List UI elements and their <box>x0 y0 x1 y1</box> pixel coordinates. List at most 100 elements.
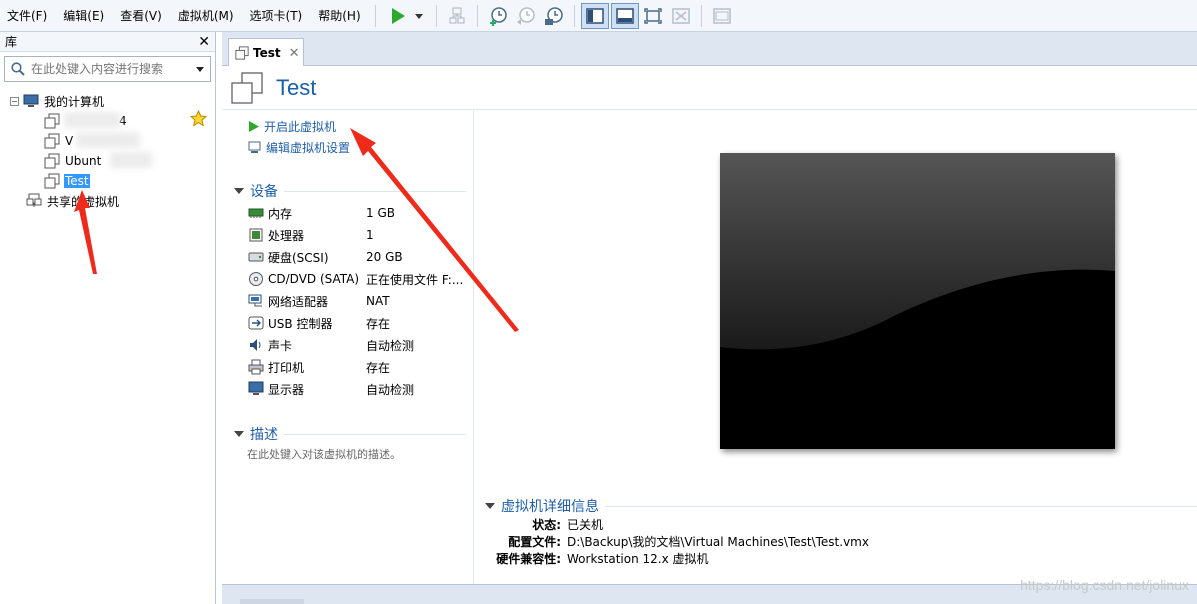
library-view-icon <box>585 7 604 24</box>
device-value: 存在 <box>366 316 391 331</box>
device-name: 处理器 <box>268 228 305 243</box>
menu-file[interactable]: 文件(F) <box>0 0 55 32</box>
sound-icon <box>250 339 261 351</box>
collapse-icon[interactable]: − <box>10 96 19 106</box>
toolbar-separator <box>573 4 575 27</box>
tab-bar: Test ✕ <box>222 32 1197 67</box>
play-icon <box>249 121 259 132</box>
devices-heading: 设备 <box>250 184 278 200</box>
vm-icon <box>44 133 60 149</box>
menu-edit[interactable]: 编辑(E) <box>55 0 112 32</box>
tree-item-test[interactable]: Test <box>44 171 90 191</box>
revert-snapshot-button[interactable] <box>512 3 540 29</box>
chevron-down-icon[interactable] <box>412 11 426 21</box>
toolbar-separator <box>374 4 376 27</box>
blur-redaction <box>110 152 152 168</box>
toolbar-separator <box>476 4 478 27</box>
device-row-sound[interactable]: 声卡 自动检测 <box>248 334 470 356</box>
close-icon[interactable]: ✕ <box>289 46 300 61</box>
star-icon[interactable] <box>190 110 207 127</box>
device-name: 显示器 <box>268 382 305 397</box>
detail-row-compat: 硬件兼容性: Workstation 12.x 虚拟机 <box>485 550 709 567</box>
close-icon[interactable]: ✕ <box>198 34 210 50</box>
edit-vm-settings-link[interactable]: 编辑虚拟机设置 <box>248 139 350 156</box>
menu-vm[interactable]: 虚拟机(M) <box>170 0 242 32</box>
divider <box>284 190 466 192</box>
tree-item-shared-vms[interactable]: 共享的虚拟机 <box>26 191 120 211</box>
device-row-memory[interactable]: 内存 1 GB <box>248 202 470 224</box>
device-value: NAT <box>366 294 390 308</box>
description-section-header[interactable]: 描述 <box>234 424 466 444</box>
show-library-button[interactable] <box>580 2 609 29</box>
fullscreen-icon <box>643 7 662 24</box>
thumbnail-bar-button[interactable] <box>610 2 639 29</box>
tree-item-vm[interactable]: Ubunt <box>44 151 102 171</box>
library-header: 库 ✕ <box>0 32 215 52</box>
collapse-triangle-icon <box>485 503 495 509</box>
menu-help[interactable]: 帮助(H) <box>310 0 368 32</box>
page-title: Test <box>276 74 317 100</box>
tree-label: Test <box>64 174 90 188</box>
snapshot-manager-icon <box>544 6 563 25</box>
vm-summary-panel: 开启此虚拟机 编辑虚拟机设置 设备 内存 1 GB 处理器 1 硬盘(SCSI)… <box>222 110 474 584</box>
devices-section-header[interactable]: 设备 <box>234 181 466 201</box>
thumbnail-view-icon <box>615 7 634 24</box>
device-row-printer[interactable]: 打印机 存在 <box>248 356 470 378</box>
detail-key: 硬件兼容性: <box>496 552 561 566</box>
menu-tabs[interactable]: 选项卡(T) <box>242 0 311 32</box>
tab-label: Test <box>253 46 281 60</box>
device-value: 1 GB <box>366 206 395 220</box>
take-snapshot-button[interactable] <box>484 3 512 29</box>
details-heading: 虚拟机详细信息 <box>501 499 599 515</box>
detail-key: 状态: <box>532 518 561 532</box>
full-screen-button[interactable] <box>639 3 667 29</box>
tree-item-vm[interactable]: V <box>44 131 74 151</box>
usb-icon <box>248 316 264 330</box>
search-icon <box>11 62 25 76</box>
vm-screen-preview[interactable] <box>720 153 1115 449</box>
library-search <box>4 56 211 82</box>
device-name: 声卡 <box>268 338 293 353</box>
detail-value: Workstation 12.x 虚拟机 <box>567 552 709 566</box>
collapse-triangle-icon <box>234 431 244 437</box>
tab-test[interactable]: Test ✕ <box>228 38 304 67</box>
device-value: 1 <box>366 228 374 242</box>
device-row-harddisk[interactable]: 硬盘(SCSI) 20 GB <box>248 246 470 268</box>
chevron-down-icon[interactable] <box>196 66 204 72</box>
description-heading: 描述 <box>250 427 278 443</box>
device-row-display[interactable]: 显示器 自动检测 <box>248 378 470 400</box>
device-name: USB 控制器 <box>268 316 333 331</box>
display-icon <box>248 381 264 395</box>
device-name: CD/DVD (SATA) <box>268 272 360 286</box>
vm-icon <box>44 113 60 129</box>
play-icon <box>391 7 405 24</box>
library-panel: 库 ✕ − 我的计算机 4 V Ubunt Test <box>0 32 216 604</box>
unity-button[interactable] <box>667 3 695 29</box>
network-disabled-icon <box>449 7 465 23</box>
edit-settings-label: 编辑虚拟机设置 <box>266 141 351 155</box>
network-icon <box>248 294 262 307</box>
collapse-triangle-icon <box>234 188 244 194</box>
vm-details-section-header[interactable]: 虚拟机详细信息 <box>485 496 1197 516</box>
device-row-network[interactable]: 网络适配器 NAT <box>248 290 470 312</box>
console-view-button[interactable] <box>708 3 736 29</box>
power-on-vm-link[interactable]: 开启此虚拟机 <box>248 118 336 135</box>
snapshot-clock-icon <box>489 6 507 26</box>
send-ctrl-alt-del-button[interactable] <box>443 3 471 29</box>
detail-row-state: 状态: 已关机 <box>485 516 603 533</box>
search-input[interactable] <box>31 62 196 76</box>
console-view-icon <box>712 7 731 24</box>
description-text[interactable]: 在此处键入对该虚拟机的描述。 <box>247 446 401 462</box>
menu-view[interactable]: 查看(V) <box>112 0 170 32</box>
device-row-usb[interactable]: USB 控制器 存在 <box>248 312 470 334</box>
thumbnail-tab[interactable] <box>240 599 304 604</box>
power-on-toolbar-button[interactable] <box>390 7 426 25</box>
device-row-processor[interactable]: 处理器 1 <box>248 224 470 246</box>
cd-icon <box>249 272 263 286</box>
divider <box>605 505 1197 507</box>
tree-item-my-computer[interactable]: − 我的计算机 <box>10 91 105 111</box>
detail-key: 配置文件: <box>508 535 561 549</box>
snapshot-manager-button[interactable] <box>540 3 568 29</box>
detail-row-config: 配置文件: D:\Backup\我的文档\Virtual Machines\Te… <box>485 533 869 550</box>
device-row-cddvd[interactable]: CD/DVD (SATA) 正在使用文件 F:... <box>248 268 470 290</box>
